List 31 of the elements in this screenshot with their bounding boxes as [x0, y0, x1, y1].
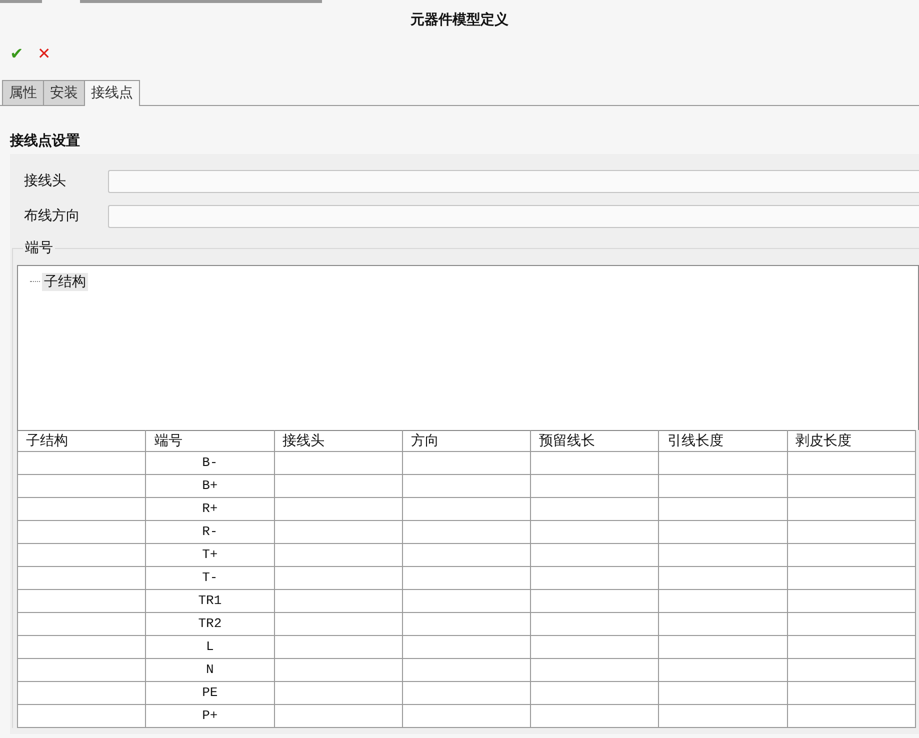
table-cell: R- [146, 520, 274, 544]
table-cell: N [146, 658, 274, 682]
tree-connector [30, 281, 40, 282]
input-field[interactable] [108, 205, 919, 228]
column-header[interactable]: 预留线长 [530, 430, 659, 452]
tab[interactable]: 接线点 [84, 80, 140, 106]
column-header[interactable]: 端号 [146, 430, 274, 452]
table-cell: P+ [146, 704, 274, 728]
column-header[interactable]: 引线长度 [658, 430, 788, 452]
table-cell: B+ [146, 474, 274, 498]
field-label: 接线头 [23, 172, 67, 191]
table-cell: TR1 [146, 590, 274, 612]
input-field[interactable] [108, 170, 919, 193]
table-cell: B- [146, 452, 274, 474]
window-title: 元器件模型定义 [410, 10, 510, 30]
table-cell: T- [146, 566, 274, 590]
tab[interactable]: 安装 [43, 80, 85, 105]
table-cell: PE [146, 682, 274, 704]
tree-item[interactable]: 子结构 [42, 272, 88, 290]
column-header[interactable]: 子结构 [18, 430, 146, 452]
cancel-button[interactable]: ✕ [37, 45, 51, 63]
table-cell: R+ [146, 498, 274, 520]
column-header[interactable]: 剥皮长度 [787, 430, 916, 452]
tab[interactable]: 属性 [2, 80, 44, 105]
table-cell: T+ [146, 544, 274, 566]
table-cell: TR2 [146, 612, 274, 636]
table-cell: L [146, 636, 274, 658]
section-title: 接线点设置 [10, 132, 81, 151]
column-header[interactable]: 方向 [402, 430, 531, 452]
field-label: 布线方向 [23, 207, 81, 226]
column-header[interactable]: 接线头 [274, 430, 402, 452]
